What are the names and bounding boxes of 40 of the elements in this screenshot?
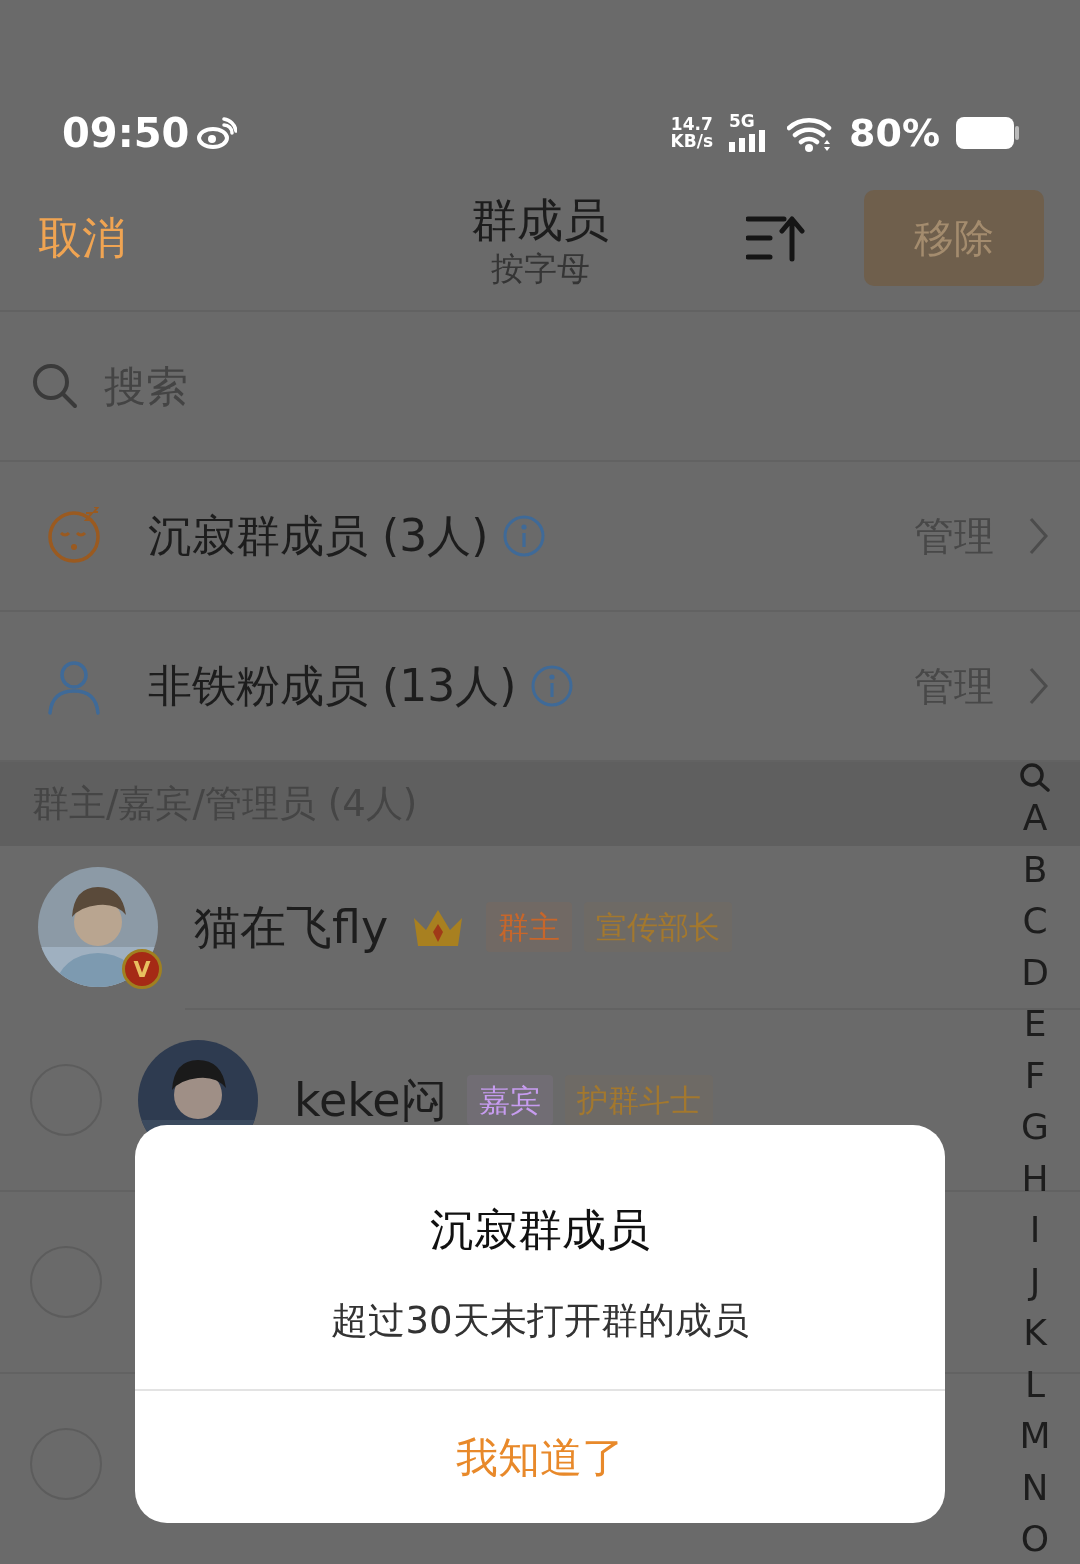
index-letter[interactable]: K xyxy=(1023,1307,1047,1359)
clock-time: 09:50 xyxy=(62,112,190,153)
category-label: 非铁粉成员 (13人) xyxy=(148,659,517,713)
sleepy-face-icon xyxy=(46,507,102,565)
index-letter[interactable]: G xyxy=(1021,1101,1049,1153)
index-letter[interactable]: E xyxy=(1023,998,1047,1050)
index-letter[interactable]: J xyxy=(1029,1255,1041,1307)
index-letter[interactable]: F xyxy=(1024,1049,1046,1101)
network-type: 5G xyxy=(729,113,756,130)
index-letter[interactable]: I xyxy=(1029,1204,1041,1256)
index-letter[interactable]: M xyxy=(1019,1410,1051,1462)
member-tag: 群主 xyxy=(486,901,573,953)
index-letter[interactable]: O xyxy=(1020,1513,1050,1564)
chevron-icon xyxy=(1028,666,1050,706)
index-letter[interactable]: H xyxy=(1021,1152,1049,1204)
search-icon xyxy=(32,363,78,409)
index-letter[interactable]: A xyxy=(1022,792,1048,844)
index-letter[interactable]: L xyxy=(1024,1358,1046,1410)
network-speed: 14.7 xyxy=(670,115,713,133)
weibo-icon xyxy=(197,116,238,149)
confirm-button[interactable]: 我知道了 xyxy=(135,1389,945,1523)
info-icon[interactable] xyxy=(530,664,575,708)
index-letter[interactable]: N xyxy=(1021,1461,1049,1513)
page-title: 群成员 xyxy=(471,193,609,249)
search-icon[interactable] xyxy=(1019,762,1051,792)
index-letter[interactable]: B xyxy=(1022,843,1048,895)
index-letter[interactable]: D xyxy=(1021,946,1049,998)
battery-icon xyxy=(956,114,1020,151)
member-tag: 嘉宾 xyxy=(466,1074,553,1126)
speed-unit: KB/s xyxy=(670,132,714,150)
cancel-link[interactable]: 取消 xyxy=(38,204,126,271)
dialog-message: 超过30天未打开群的成员 xyxy=(331,1298,749,1344)
verified-badge: V xyxy=(122,949,162,989)
chevron-icon xyxy=(1028,516,1050,556)
category-label: 沉寂群成员 (3人) xyxy=(148,509,489,563)
dialog-title: 沉寂群成员 xyxy=(430,1203,650,1257)
battery-percent: 80% xyxy=(849,113,940,152)
index-letter[interactable]: C xyxy=(1022,895,1048,947)
member-name[interactable]: 猫在飞fly xyxy=(194,892,389,962)
info-icon[interactable] xyxy=(502,514,547,558)
